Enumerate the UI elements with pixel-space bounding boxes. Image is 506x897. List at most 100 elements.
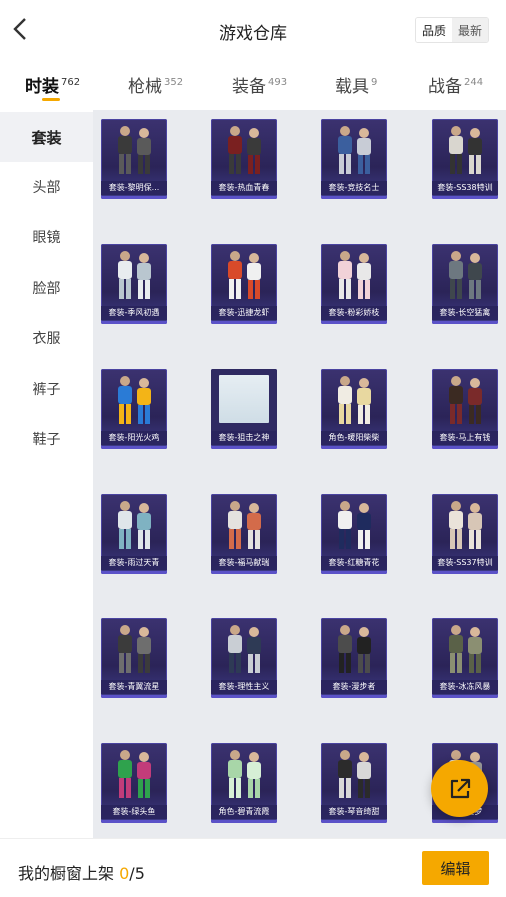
outfit-figure-icon (449, 126, 482, 174)
item-card[interactable]: 套装-热血青春 (211, 119, 277, 199)
item-label: 套装-绿头鱼 (101, 805, 167, 819)
tab-guns[interactable]: 枪械 352 (128, 72, 183, 97)
item-card[interactable]: 套装-青翼流星 (101, 618, 167, 698)
item-card[interactable]: 套装-季风初遇 (101, 244, 167, 324)
item-thumbnail (101, 494, 167, 556)
item-card[interactable]: 套装-冰冻风暴 (432, 618, 498, 698)
tab-equipment[interactable]: 装备 493 (232, 72, 287, 97)
item-thumbnail (321, 244, 387, 306)
outfit-figure-icon (338, 376, 371, 424)
item-thumbnail (211, 494, 277, 556)
active-tab-indicator (42, 98, 60, 101)
tab-fashion[interactable]: 时装 762 (25, 72, 80, 97)
rarity-bar (432, 820, 498, 823)
item-card[interactable]: 套装-粉彩娇枝 (321, 244, 387, 324)
item-thumbnail (321, 119, 387, 181)
item-card[interactable]: 套装-马上有钱 (432, 369, 498, 449)
item-label: 套装-粉彩娇枝 (321, 306, 387, 320)
item-thumbnail (101, 743, 167, 805)
sort-option-quality[interactable]: 品质 (416, 18, 452, 42)
rarity-bar (211, 820, 277, 823)
item-card[interactable]: 套装-绿头鱼 (101, 743, 167, 823)
item-thumbnail (101, 119, 167, 181)
item-label: 套装-红糖青花 (321, 556, 387, 570)
item-card[interactable]: 套装-竞技名士 (321, 119, 387, 199)
tab-supplies[interactable]: 战备 244 (428, 72, 483, 97)
item-thumbnail (321, 494, 387, 556)
sort-option-newest[interactable]: 最新 (452, 18, 488, 42)
item-label: 套装-琴音绮甜 (321, 805, 387, 819)
item-label: 套装-青翼流星 (101, 680, 167, 694)
item-card[interactable]: 角色-碧青流霞 (211, 743, 277, 823)
sort-toggle[interactable]: 品质 最新 (415, 17, 489, 43)
edit-button[interactable]: 编辑 (422, 851, 489, 885)
tab-label: 战备 (428, 77, 462, 97)
item-card[interactable]: 套装-长空猛禽 (432, 244, 498, 324)
item-card[interactable]: 套装-福马献瑞 (211, 494, 277, 574)
item-card[interactable]: 套装-迅捷龙虾 (211, 244, 277, 324)
outfit-figure-icon (228, 750, 261, 798)
sidebar-item-shoes[interactable]: 鞋子 (0, 414, 93, 464)
rarity-bar (211, 321, 277, 324)
outfit-figure-icon (338, 126, 371, 174)
rarity-bar (101, 695, 167, 698)
share-button[interactable] (431, 760, 488, 817)
item-label: 套装-SS38特训 (432, 181, 498, 195)
tab-count: 244 (464, 77, 484, 88)
tab-count: 762 (61, 77, 81, 88)
tab-count: 9 (371, 77, 378, 88)
category-tabs: 时装 762 枪械 352 装备 493 载具 9 战备 244 (0, 60, 506, 110)
item-card[interactable]: 套装-狙击之神 (211, 369, 277, 449)
sidebar-item-face[interactable]: 脸部 (0, 263, 93, 313)
tab-count: 493 (268, 77, 288, 88)
item-card[interactable]: 套装-SS37特训 (432, 494, 498, 574)
tab-label: 载具 (335, 77, 369, 97)
item-label: 套装-冰冻风暴 (432, 680, 498, 694)
item-label: 套装-热血青春 (211, 181, 277, 195)
item-card[interactable]: 套装-琴音绮甜 (321, 743, 387, 823)
rarity-bar (321, 196, 387, 199)
sidebar-item-clothes[interactable]: 衣服 (0, 313, 93, 363)
item-card[interactable]: 套装-SS38特训 (432, 119, 498, 199)
item-label: 套装-SS37特训 (432, 556, 498, 570)
showcase-total: 5 (134, 864, 145, 883)
outfit-figure-icon (118, 376, 151, 424)
showcase-status: 我的橱窗上架 0/5 (18, 860, 145, 884)
outfit-figure-icon (449, 376, 482, 424)
tab-label: 枪械 (128, 77, 162, 97)
item-card[interactable]: 套装-雨过天青 (101, 494, 167, 574)
rarity-bar (101, 196, 167, 199)
item-card[interactable]: 套装-阳光火鸡 (101, 369, 167, 449)
item-thumbnail (321, 618, 387, 680)
item-label: 套装-福马献瑞 (211, 556, 277, 570)
rarity-bar (321, 695, 387, 698)
rarity-bar (211, 446, 277, 449)
rarity-bar (321, 820, 387, 823)
item-thumbnail (321, 369, 387, 431)
item-label: 套装-迅捷龙虾 (211, 306, 277, 320)
rarity-bar (101, 571, 167, 574)
rarity-bar (101, 820, 167, 823)
item-card[interactable]: 角色-暖阳柴柴 (321, 369, 387, 449)
item-thumbnail (211, 369, 277, 431)
item-label: 套装-漫步者 (321, 680, 387, 694)
item-thumbnail (432, 244, 498, 306)
item-label: 套装-理性主义 (211, 680, 277, 694)
item-card[interactable]: 套装-红糖青花 (321, 494, 387, 574)
sidebar-item-head[interactable]: 头部 (0, 162, 93, 212)
item-card[interactable]: 套装-理性主义 (211, 618, 277, 698)
outfit-figure-icon (338, 625, 371, 673)
rarity-bar (432, 446, 498, 449)
outfit-figure-icon (228, 126, 261, 174)
outfit-figure-icon (449, 501, 482, 549)
sidebar-item-suit[interactable]: 套装 (0, 112, 93, 162)
tab-vehicles[interactable]: 载具 9 (335, 72, 377, 97)
sidebar-item-pants[interactable]: 裤子 (0, 364, 93, 414)
item-card[interactable]: 套装-漫步者 (321, 618, 387, 698)
item-thumbnail (432, 494, 498, 556)
sidebar-item-glasses[interactable]: 眼镜 (0, 212, 93, 262)
item-label: 角色-暖阳柴柴 (321, 431, 387, 445)
rarity-bar (432, 571, 498, 574)
image-placeholder-icon (219, 375, 269, 423)
item-card[interactable]: 套装-黎明保... (101, 119, 167, 199)
